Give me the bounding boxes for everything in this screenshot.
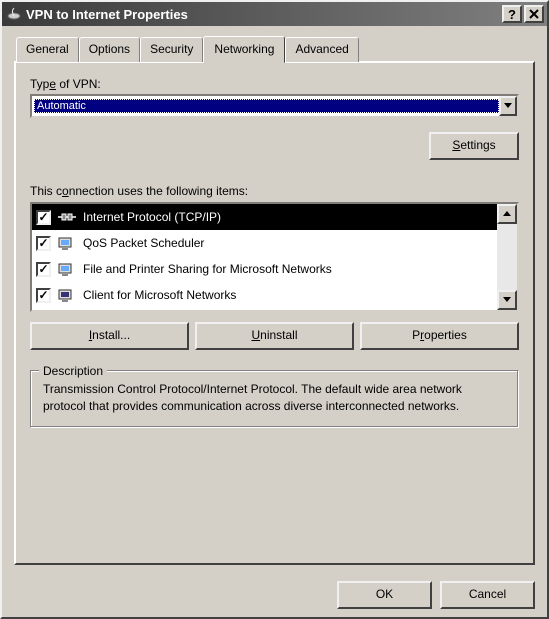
list-item[interactable]: ✓ Client for Microsoft Networks	[32, 282, 497, 308]
list-item-label: QoS Packet Scheduler	[83, 236, 204, 250]
properties-dialog: VPN to Internet Properties ? General Opt…	[0, 0, 549, 619]
checkbox[interactable]: ✓	[36, 288, 51, 303]
client-icon	[57, 286, 77, 304]
dropdown-arrow-button[interactable]	[499, 96, 517, 116]
list-item[interactable]: ✓ QoS Packet Scheduler	[32, 230, 497, 256]
tab-strip: General Options Security Networking Adva…	[16, 36, 535, 61]
list-item[interactable]: ✓ Internet Protocol (TCP/IP)	[32, 204, 497, 230]
vpn-type-value: Automatic	[34, 99, 499, 113]
network-protocol-icon	[57, 208, 77, 226]
uninstall-button[interactable]: Uninstall	[195, 322, 354, 350]
tab-advanced[interactable]: Advanced	[285, 37, 358, 62]
description-group: Description Transmission Control Protoco…	[30, 370, 519, 428]
components-rows: ✓ Internet Protocol (TCP/IP) ✓ QoS Packe…	[32, 204, 497, 310]
tab-panel-networking: Type of VPN: Automatic Settings This con…	[14, 61, 535, 565]
listbox-scrollbar[interactable]	[497, 204, 517, 310]
list-item-label: Internet Protocol (TCP/IP)	[83, 210, 221, 224]
components-listbox[interactable]: ✓ Internet Protocol (TCP/IP) ✓ QoS Packe…	[30, 202, 519, 312]
vpn-type-label: Type of VPN:	[30, 77, 519, 91]
settings-button[interactable]: Settings	[429, 132, 519, 160]
list-item-label: Client for Microsoft Networks	[83, 288, 236, 302]
service-icon	[57, 234, 77, 252]
description-legend: Description	[39, 363, 107, 380]
app-icon	[6, 6, 22, 22]
tab-security[interactable]: Security	[140, 37, 203, 62]
service-icon	[57, 260, 77, 278]
ok-button[interactable]: OK	[337, 581, 432, 609]
window-title: VPN to Internet Properties	[26, 7, 500, 22]
tab-general[interactable]: General	[16, 37, 79, 62]
description-text: Transmission Control Protocol/Internet P…	[43, 381, 506, 415]
dialog-buttons: OK Cancel	[2, 571, 547, 617]
vpn-type-dropdown[interactable]: Automatic	[30, 94, 519, 118]
scroll-down-button[interactable]	[497, 290, 517, 310]
client-area: General Options Security Networking Adva…	[2, 26, 547, 571]
cancel-button[interactable]: Cancel	[440, 581, 535, 609]
list-item[interactable]: ✓ File and Printer Sharing for Microsoft…	[32, 256, 497, 282]
tab-options[interactable]: Options	[79, 37, 140, 62]
connection-items-label: This connection uses the following items…	[30, 184, 519, 198]
scroll-up-button[interactable]	[497, 204, 517, 224]
close-button[interactable]	[524, 5, 544, 23]
titlebar: VPN to Internet Properties ?	[2, 2, 547, 26]
checkbox[interactable]: ✓	[36, 262, 51, 277]
tab-networking[interactable]: Networking	[203, 36, 285, 63]
help-button[interactable]: ?	[502, 5, 522, 23]
checkbox[interactable]: ✓	[36, 210, 51, 225]
scroll-track[interactable]	[497, 224, 517, 290]
install-button[interactable]: Install...	[30, 322, 189, 350]
list-item-label: File and Printer Sharing for Microsoft N…	[83, 262, 332, 276]
properties-button[interactable]: Properties	[360, 322, 519, 350]
checkbox[interactable]: ✓	[36, 236, 51, 251]
